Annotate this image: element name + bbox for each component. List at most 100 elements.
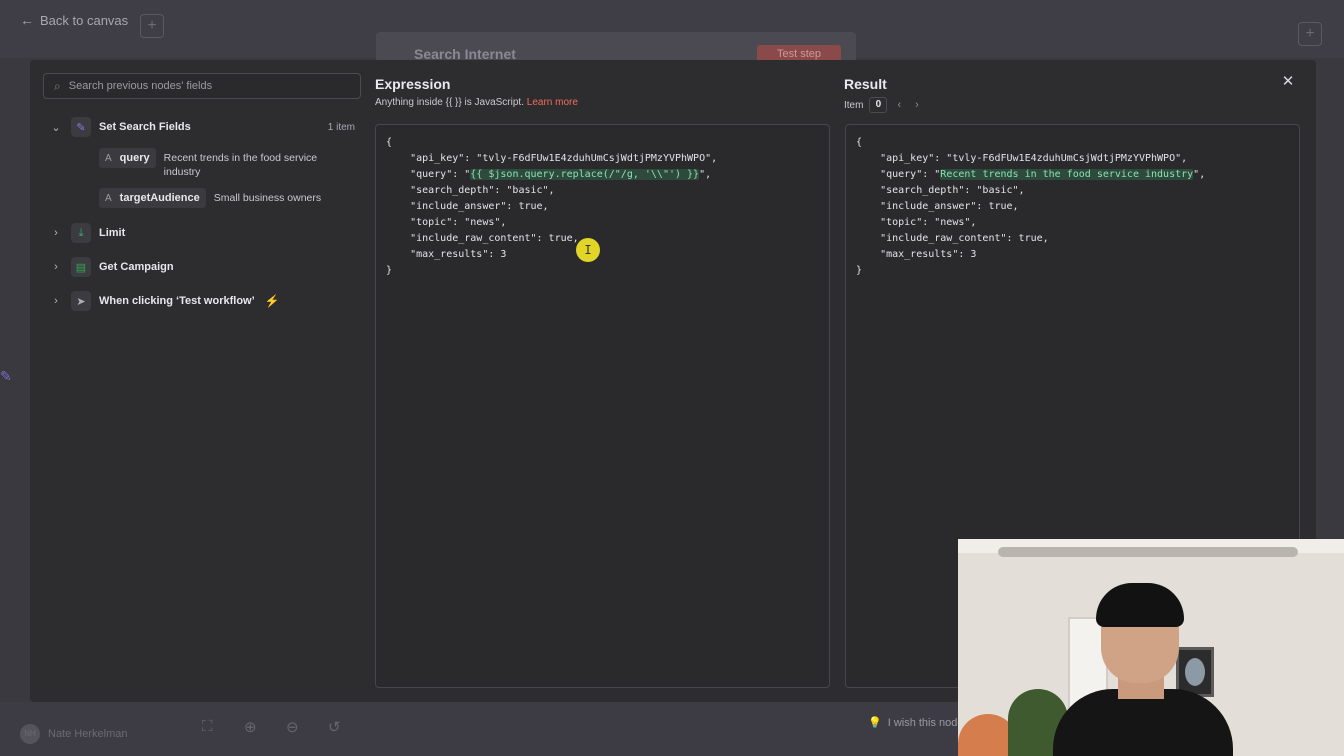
- chevron-right-icon[interactable]: ›: [43, 227, 69, 239]
- code-text: "max_results": 3: [386, 249, 507, 260]
- highlighted-expression: {{ $json.query.replace(/"/g, '\\"') }}: [470, 169, 700, 180]
- code-text: ",: [699, 169, 712, 180]
- user-name: Nate Herkelman: [48, 728, 128, 740]
- item-label: Item: [844, 99, 864, 111]
- zoom-out-icon[interactable]: ⊖: [286, 718, 299, 736]
- field-name: targetAudience: [119, 192, 200, 204]
- code-text: ",: [1193, 169, 1206, 180]
- limit-icon: ⤓: [71, 223, 91, 243]
- search-input[interactable]: [68, 80, 329, 92]
- code-line: {: [386, 135, 819, 151]
- expression-title: Expression: [375, 76, 451, 92]
- node-label: Get Campaign: [99, 261, 174, 273]
- arrow-left-icon: ←: [20, 12, 34, 28]
- code-text: "query": ": [386, 169, 471, 180]
- code-line: "include_answer": true,: [386, 199, 819, 215]
- code-line: }: [856, 263, 1289, 279]
- feedback-text: I wish this node: [887, 716, 964, 729]
- code-text: "query": ": [856, 169, 941, 180]
- tree-node-limit[interactable]: › ⤓ Limit: [43, 220, 363, 246]
- node-item-count: 1 item: [327, 121, 355, 133]
- item-navigator: Item 0 ‹ ›: [844, 97, 923, 113]
- code-line: "api_key": "tvly-F6dFUw1E4zduhUmCsjWdtjP…: [856, 151, 1289, 167]
- node-label: When clicking ‘Test workflow’: [99, 295, 255, 307]
- field-pill[interactable]: A query: [99, 148, 156, 168]
- user-menu[interactable]: NH Nate Herkelman: [20, 724, 127, 744]
- code-text: {: [856, 137, 863, 148]
- canvas-add-button[interactable]: +: [140, 14, 164, 38]
- code-text: }: [856, 265, 863, 276]
- field-item-query[interactable]: A query Recent trends in the food servic…: [99, 148, 334, 179]
- code-text: "topic": "news",: [386, 217, 507, 228]
- code-line: "include_raw_content": true,: [386, 231, 819, 247]
- result-title: Result: [844, 76, 887, 92]
- string-type-icon: A: [105, 192, 112, 204]
- item-index-input[interactable]: 0: [869, 97, 888, 113]
- sheets-icon: ▤: [71, 257, 91, 277]
- code-text: "search_depth": "basic",: [856, 185, 1025, 196]
- zoom-in-icon[interactable]: ⊕: [244, 718, 257, 736]
- expression-hint: Anything inside {{ }} is JavaScript. Lea…: [375, 97, 578, 108]
- lightbulb-icon: 💡: [868, 717, 882, 729]
- back-to-canvas-label: Back to canvas: [40, 12, 129, 28]
- field-name: query: [119, 152, 150, 164]
- code-line: "search_depth": "basic",: [856, 183, 1289, 199]
- webcam-overlay: [958, 539, 1344, 756]
- search-icon: ⌕: [54, 78, 61, 93]
- highlighted-expression: Recent trends in the food service indust…: [940, 169, 1194, 180]
- expression-hint-text: Anything inside {{ }} is JavaScript.: [375, 97, 524, 108]
- code-line: "topic": "news",: [856, 215, 1289, 231]
- avatar: NH: [20, 724, 40, 744]
- code-line: "topic": "news",: [386, 215, 819, 231]
- code-text: "max_results": 3: [856, 249, 977, 260]
- code-text: "topic": "news",: [856, 217, 977, 228]
- code-line: "include_answer": true,: [856, 199, 1289, 215]
- tree-node-get-campaign[interactable]: › ▤ Get Campaign: [43, 254, 363, 280]
- code-line: {: [856, 135, 1289, 151]
- code-text: "search_depth": "basic",: [386, 185, 555, 196]
- field-value: Recent trends in the food service indust…: [163, 152, 318, 178]
- code-text: {: [386, 137, 393, 148]
- code-line: "max_results": 3: [386, 247, 819, 263]
- canvas-add-node-button[interactable]: +: [1298, 22, 1322, 46]
- pencil-icon: ✎: [0, 368, 12, 384]
- reset-zoom-icon[interactable]: ↺: [328, 718, 341, 736]
- chevron-right-icon[interactable]: ›: [43, 295, 69, 307]
- tree-node-set-search-fields[interactable]: ⌄ ✎ Set Search Fields 1 item: [43, 114, 363, 140]
- code-line: }: [386, 263, 819, 279]
- close-icon[interactable]: ✕: [1280, 74, 1296, 90]
- code-line: "api_key": "tvly-F6dFUw1E4zduhUmCsjWdtjP…: [386, 151, 819, 167]
- code-text: "include_answer": true,: [856, 201, 1019, 212]
- fit-view-icon[interactable]: ⛶: [202, 718, 213, 735]
- code-text: "api_key": "tvly-F6dFUw1E4zduhUmCsjWdtjP…: [856, 153, 1188, 164]
- string-type-icon: A: [105, 152, 112, 164]
- field-pill[interactable]: A targetAudience: [99, 188, 206, 208]
- back-to-canvas-link[interactable]: ← Back to canvas: [20, 12, 128, 28]
- code-text: "include_raw_content": true,: [856, 233, 1049, 244]
- field-value: Small business owners: [213, 192, 322, 204]
- pencil-icon: ✎: [71, 117, 91, 137]
- fields-search[interactable]: ⌕: [43, 73, 361, 99]
- chevron-right-icon[interactable]: ›: [911, 99, 923, 111]
- code-line: "max_results": 3: [856, 247, 1289, 263]
- code-line: "include_raw_content": true,: [856, 231, 1289, 247]
- text-cursor-icon: I: [576, 238, 600, 262]
- expression-editor[interactable]: { "api_key": "tvly-F6dFUw1E4zduhUmCsjWdt…: [375, 124, 830, 688]
- code-text: "api_key": "tvly-F6dFUw1E4zduhUmCsjWdtjP…: [386, 153, 718, 164]
- lightning-bolt-icon: ⚡: [264, 294, 280, 308]
- field-item-target-audience[interactable]: A targetAudience Small business owners: [99, 188, 384, 208]
- code-line: "query": "Recent trends in the food serv…: [856, 167, 1289, 183]
- code-line: "query": "{{ $json.query.replace(/"/g, '…: [386, 167, 819, 183]
- code-text: }: [386, 265, 393, 276]
- chevron-left-icon[interactable]: ‹: [893, 99, 905, 111]
- node-label: Limit: [99, 227, 126, 239]
- chevron-right-icon[interactable]: ›: [43, 261, 69, 273]
- code-text: "include_raw_content": true,: [386, 233, 579, 244]
- learn-more-link[interactable]: Learn more: [527, 97, 578, 108]
- code-line: "search_depth": "basic",: [386, 183, 819, 199]
- node-label: Set Search Fields: [99, 121, 191, 133]
- pointer-icon: ➤: [71, 291, 91, 311]
- tree-node-manual-trigger[interactable]: › ➤ When clicking ‘Test workflow’ ⚡: [43, 288, 363, 314]
- chevron-down-icon[interactable]: ⌄: [43, 121, 69, 134]
- code-text: "include_answer": true,: [386, 201, 549, 212]
